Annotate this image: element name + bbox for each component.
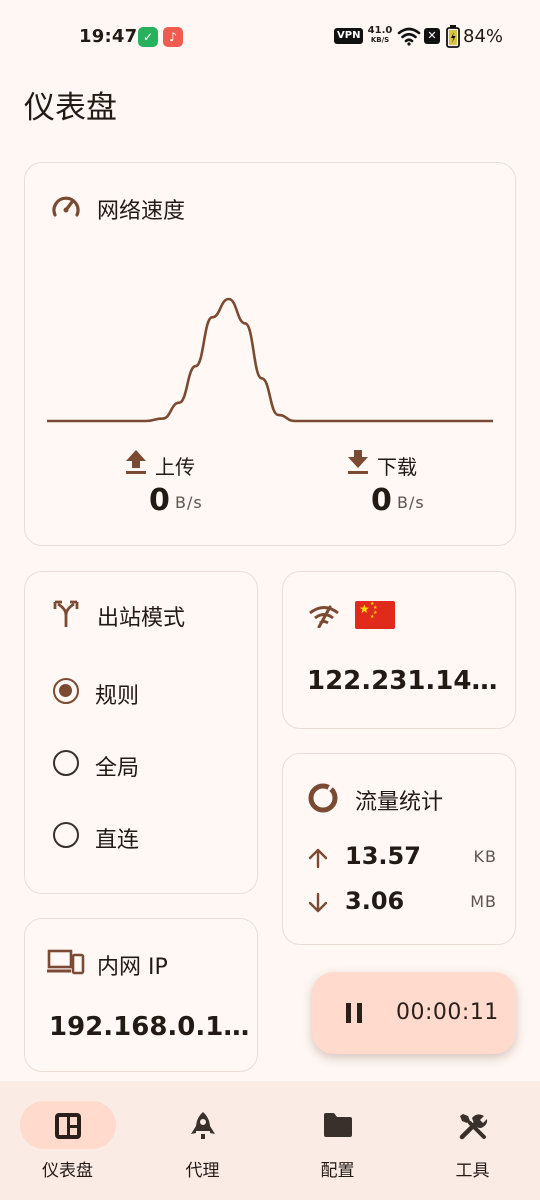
public-ip-value: 122.231.14… — [307, 666, 498, 696]
radio-rule[interactable] — [53, 678, 79, 704]
folder-icon — [324, 1113, 352, 1137]
nav-item-config[interactable]: 配置 — [270, 1081, 405, 1200]
traffic-download-value: 3.06 — [345, 887, 405, 915]
download-icon — [348, 450, 368, 474]
tools-icon — [459, 1114, 488, 1140]
traffic-stats-title: 流量统计 — [355, 790, 444, 815]
nav-label: 工具 — [455, 1161, 490, 1181]
upload-label: 上传 — [155, 455, 195, 479]
net-speed-unit: KB/S — [370, 36, 390, 44]
outbound-mode-card: 出站模式 规则 全局 直连 — [24, 571, 258, 894]
outbound-mode-title: 出站模式 — [97, 606, 186, 631]
music-app-icon: ♪ — [163, 27, 183, 47]
nav-item-dashboard[interactable]: 仪表盘 — [0, 1081, 135, 1200]
network-speed-indicator: 41.0 KB/S — [367, 26, 393, 44]
shield-app-icon: ✓ — [138, 27, 158, 47]
mode-option-direct[interactable]: 直连 — [51, 820, 231, 853]
mode-option-label: 全局 — [95, 756, 140, 781]
network-speed-card: 网络速度 上传 0 B/s 下载 0 B/s — [24, 162, 516, 546]
mode-option-label: 规则 — [95, 684, 140, 709]
public-ip-card[interactable]: ★ ★ ★ ★ ★ 122.231.14… — [282, 571, 516, 729]
traffic-upload: 13.57 KB — [307, 842, 497, 876]
route-fork-icon — [53, 600, 79, 627]
no-signal-icon: ✕ — [424, 28, 440, 44]
download-label: 下载 — [377, 455, 417, 479]
nav-label: 仪表盘 — [42, 1161, 93, 1181]
upload-icon — [126, 450, 146, 474]
stop-vpn-button[interactable]: 00:00:11 — [312, 972, 516, 1054]
net-speed-value: 41.0 — [367, 25, 393, 36]
lan-ip-card[interactable]: 内网 IP 192.168.0.1… — [24, 918, 258, 1072]
nav-item-proxy[interactable]: 代理 — [135, 1081, 270, 1200]
nav-item-tools[interactable]: 工具 — [405, 1081, 540, 1200]
mode-option-rule[interactable]: 规则 — [51, 676, 231, 709]
arrow-up-icon — [308, 848, 328, 869]
mode-option-label: 直连 — [95, 828, 140, 853]
donut-chart-icon — [308, 783, 338, 813]
upload-unit: B/s — [175, 493, 203, 512]
page-title: 仪表盘 — [24, 90, 117, 126]
mode-option-global[interactable]: 全局 — [51, 748, 231, 781]
speed-chart — [47, 297, 493, 423]
wifi-off-icon — [309, 605, 339, 628]
lan-ip-title: 内网 IP — [97, 955, 168, 980]
devices-icon — [47, 949, 85, 975]
lan-ip-value: 192.168.0.1… — [49, 1012, 249, 1042]
traffic-upload-unit: KB — [473, 847, 497, 866]
wifi-icon — [397, 27, 421, 46]
connection-timer: 00:00:11 — [396, 1000, 499, 1025]
battery-icon — [446, 25, 460, 48]
rocket-icon — [191, 1112, 215, 1139]
traffic-upload-value: 13.57 — [345, 842, 421, 870]
vpn-badge: VPN — [334, 28, 364, 44]
speed-line — [47, 297, 493, 423]
pause-icon — [346, 1003, 362, 1023]
network-speed-title: 网络速度 — [97, 199, 186, 224]
china-flag-icon: ★ ★ ★ ★ ★ — [355, 601, 395, 629]
download-value: 0 — [371, 483, 392, 518]
download-unit: B/s — [397, 493, 425, 512]
traffic-download: 3.06 MB — [307, 887, 497, 921]
speedometer-icon — [52, 196, 80, 217]
upload-value: 0 — [149, 483, 170, 518]
nav-label: 代理 — [185, 1161, 220, 1181]
bottom-navigation: 仪表盘 代理 配置 工具 — [0, 1081, 540, 1200]
radio-direct[interactable] — [53, 822, 79, 848]
nav-label: 配置 — [320, 1161, 355, 1181]
traffic-stats-card: 流量统计 13.57 KB 3.06 MB — [282, 753, 516, 945]
status-time: 19:47 — [79, 26, 138, 47]
battery-percent: 84% — [463, 26, 504, 47]
radio-global[interactable] — [53, 750, 79, 776]
traffic-download-unit: MB — [470, 892, 497, 911]
status-bar: 19:47 ✓ ♪ VPN 41.0 KB/S ✕ 84% — [0, 0, 540, 72]
dashboard-icon — [55, 1113, 81, 1139]
arrow-down-icon — [308, 892, 328, 913]
